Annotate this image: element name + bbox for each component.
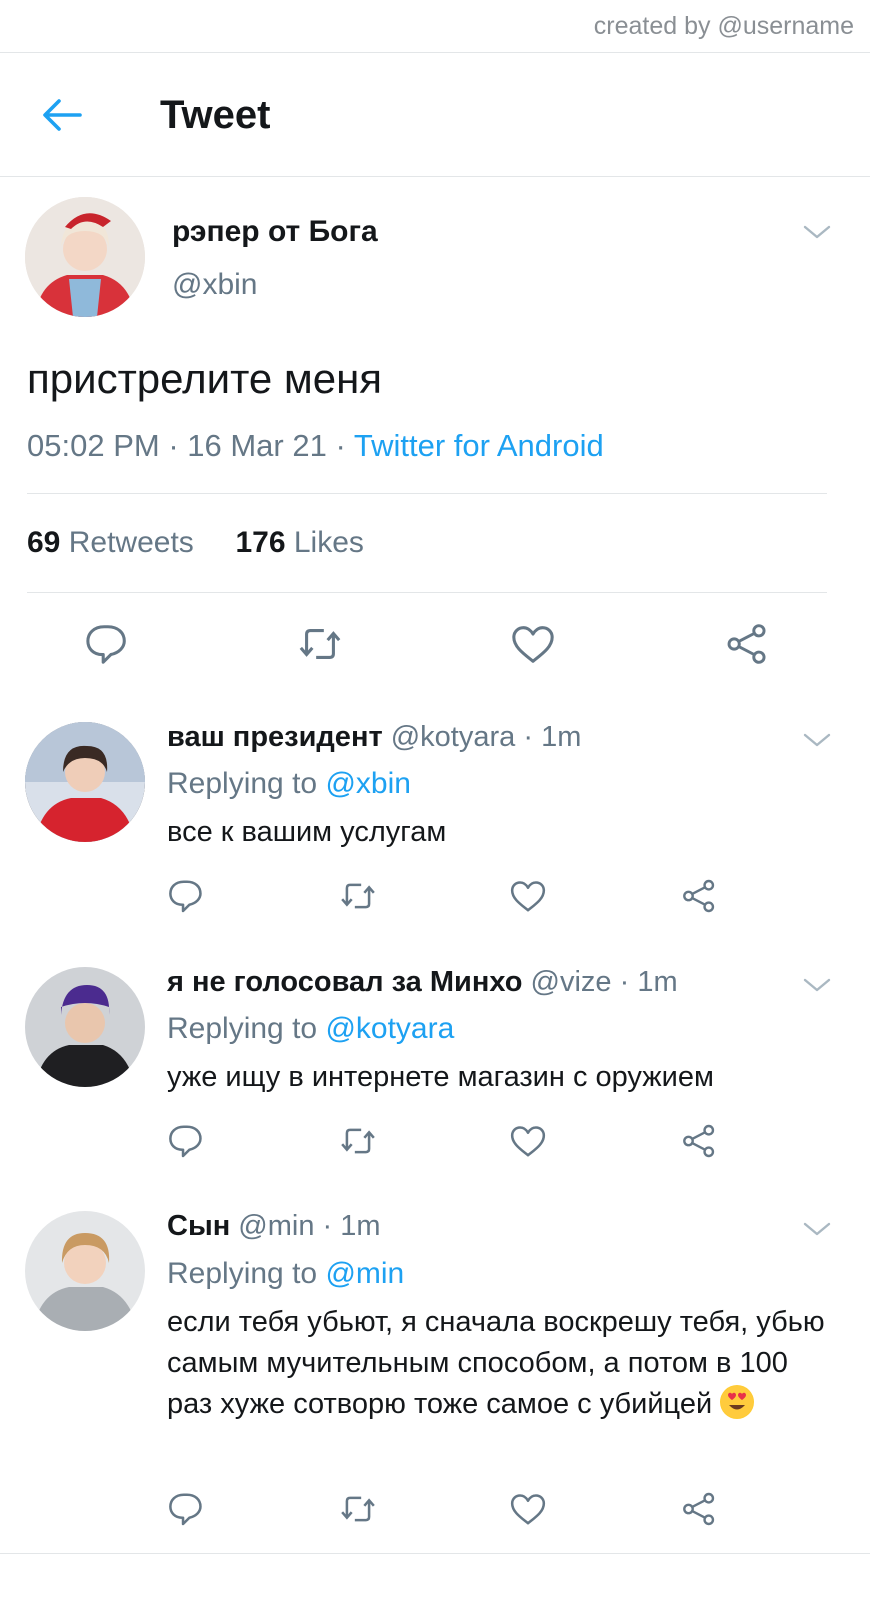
page-title: Tweet: [160, 93, 271, 137]
divider: [0, 1553, 870, 1554]
reply-text-block: если тебя убьют, я сначала воскрешу тебя…: [167, 1302, 837, 1425]
replying-to-link[interactable]: @min: [325, 1257, 404, 1290]
retweets-count: 69: [27, 526, 61, 559]
replying-to-link[interactable]: @kotyara: [325, 1012, 454, 1045]
retweet-button[interactable]: [338, 1121, 378, 1161]
avatar[interactable]: [25, 197, 145, 317]
share-button[interactable]: [679, 1121, 719, 1161]
reply-icon: [169, 1493, 202, 1526]
heart-eyes-emoji: [720, 1385, 755, 1419]
divider: [27, 493, 827, 494]
reply-time: 1m: [637, 966, 678, 998]
avatar[interactable]: [25, 1211, 145, 1331]
reply-button[interactable]: [167, 1121, 207, 1161]
separator: ·: [335, 428, 354, 463]
reply-header: Сын @min · 1m: [167, 1210, 381, 1243]
tweet-meta: 05:02 PM · 16 Mar 21 · Twitter for Andro…: [27, 428, 604, 464]
replying-to: Replying to @xbin: [167, 767, 411, 801]
reply-icon: [169, 1125, 202, 1158]
like-icon: [512, 626, 554, 663]
divider: [27, 592, 827, 593]
divider: [0, 52, 870, 53]
reply-text: все к вашим услугам: [167, 816, 447, 848]
reply-header: я не голосовал за Минхо @vize · 1m: [167, 966, 678, 999]
avatar[interactable]: [25, 722, 145, 842]
likes-count: 176: [235, 526, 286, 559]
like-icon: [510, 1126, 546, 1157]
chevron-down-icon[interactable]: [802, 222, 832, 242]
reply-time: 1m: [340, 1210, 381, 1242]
separator: ·: [523, 721, 534, 753]
share-button[interactable]: [679, 876, 719, 916]
replying-to: Replying to @min: [167, 1257, 404, 1291]
share-button[interactable]: [723, 620, 771, 668]
tweet-text: пристрелите меня: [27, 355, 383, 402]
like-icon: [510, 881, 546, 912]
reply-icon: [169, 880, 202, 913]
separator: ·: [619, 966, 630, 998]
avatar[interactable]: [25, 967, 145, 1087]
reply-text: уже ищу в интернете магазин с оружием: [167, 1061, 714, 1093]
back-arrow-icon: [43, 99, 82, 131]
retweet-button[interactable]: [338, 1489, 378, 1529]
retweet-icon: [299, 629, 341, 659]
separator: ·: [322, 1210, 333, 1242]
replying-prefix: Replying to: [167, 767, 318, 800]
like-button[interactable]: [508, 1489, 548, 1529]
reply-button[interactable]: [84, 620, 132, 668]
reply-author-handle[interactable]: @vize: [531, 966, 612, 998]
reply-time: 1m: [541, 721, 582, 753]
chevron-down-icon[interactable]: [802, 1219, 832, 1239]
reply-author-name[interactable]: ваш президент: [167, 721, 383, 753]
retweet-button[interactable]: [296, 620, 344, 668]
tweet-source-link[interactable]: Twitter for Android: [354, 428, 604, 463]
retweets-label: Retweets: [68, 526, 194, 559]
chevron-down-icon[interactable]: [802, 730, 832, 750]
replying-to: Replying to @kotyara: [167, 1012, 454, 1046]
separator: ·: [168, 428, 188, 463]
retweet-icon: [340, 1496, 376, 1522]
replying-prefix: Replying to: [167, 1257, 318, 1290]
share-icon: [683, 1492, 715, 1526]
watermark-credit: created by @username: [593, 12, 854, 40]
share-button[interactable]: [679, 1489, 719, 1529]
retweet-button[interactable]: [338, 876, 378, 916]
tweet-date: 16 Mar 21: [187, 428, 327, 463]
chevron-down-icon[interactable]: [802, 975, 832, 995]
like-icon: [510, 1494, 546, 1525]
like-button[interactable]: [508, 1121, 548, 1161]
tweet-time: 05:02 PM: [27, 428, 160, 463]
reply-author-name[interactable]: Сын: [167, 1210, 230, 1242]
author-name[interactable]: рэпер от Бога: [172, 215, 378, 249]
retweets-stat[interactable]: 69 Retweets: [27, 526, 194, 559]
share-icon: [727, 624, 766, 664]
replying-to-link[interactable]: @xbin: [325, 767, 411, 800]
reply-author-handle[interactable]: @min: [238, 1210, 314, 1242]
reply-icon: [86, 625, 126, 664]
likes-stat[interactable]: 176 Likes: [235, 526, 363, 559]
author-handle[interactable]: @xbin: [172, 268, 258, 302]
like-button[interactable]: [508, 876, 548, 916]
reply-author-name[interactable]: я не голосовал за Минхо: [167, 966, 522, 998]
tweet-stats: 69 Retweets 176 Likes: [27, 526, 364, 560]
reply-button[interactable]: [167, 1489, 207, 1529]
retweet-icon: [340, 1128, 376, 1154]
reply-header: ваш президент @kotyara · 1m: [167, 721, 581, 754]
share-icon: [683, 1124, 715, 1158]
share-icon: [683, 879, 715, 913]
reply-author-handle[interactable]: @kotyara: [391, 721, 516, 753]
retweet-icon: [340, 883, 376, 909]
reply-button[interactable]: [167, 876, 207, 916]
likes-label: Likes: [293, 526, 364, 559]
back-button[interactable]: [40, 93, 84, 137]
top-bar: Tweet: [0, 55, 870, 177]
like-button[interactable]: [509, 620, 557, 668]
replying-prefix: Replying to: [167, 1012, 318, 1045]
